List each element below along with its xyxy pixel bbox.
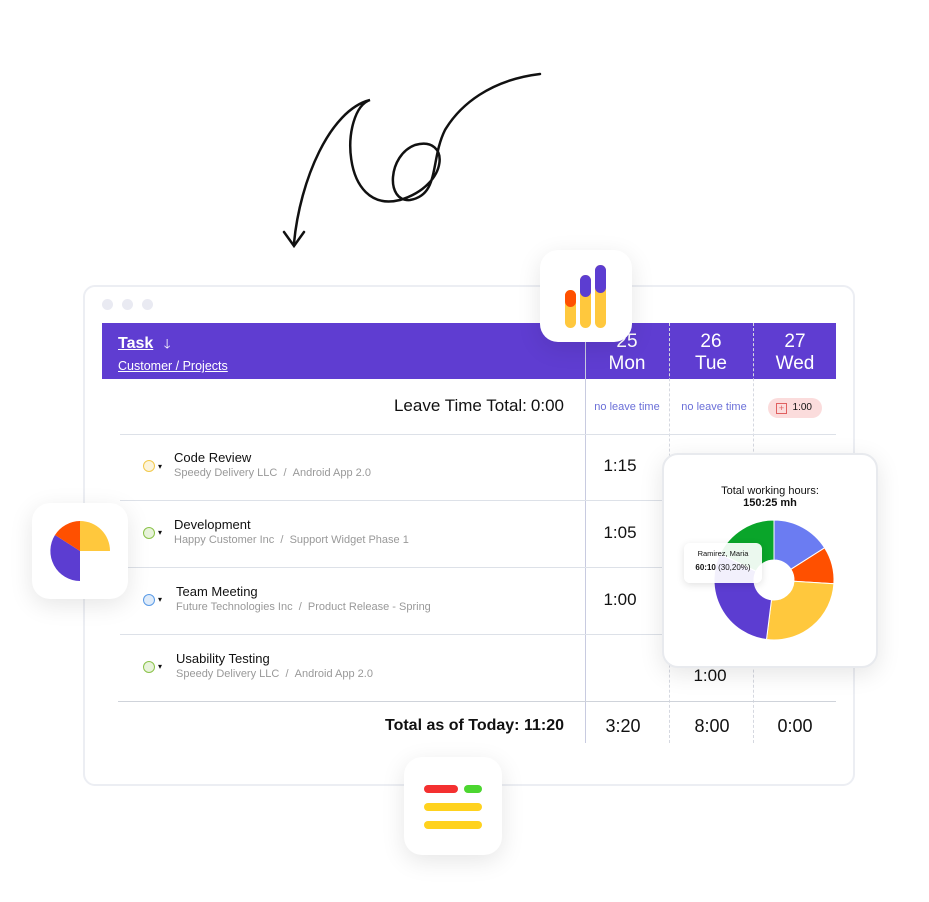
pie-chart-app-icon: [32, 503, 128, 599]
total-wed: 0:00: [777, 716, 813, 736]
caret-down-icon: ▾: [158, 528, 163, 537]
window-dot: [122, 299, 133, 310]
window-dot: [102, 299, 113, 310]
divider: [120, 434, 836, 435]
list-item[interactable]: Team Meeting Future Technologies Inc / Pr…: [176, 584, 431, 613]
time-cell-mon[interactable]: 1:05: [578, 523, 662, 543]
total-mon: 3:20: [605, 716, 641, 736]
list-app-icon: [404, 757, 502, 855]
total-tue: 8:00: [694, 716, 730, 736]
task-sort-link[interactable]: Task: [118, 335, 153, 352]
clock-icon: [143, 460, 155, 472]
arrow-down-icon: 🡓: [163, 336, 171, 351]
customer-projects-link[interactable]: Customer / Projects: [118, 359, 228, 373]
clock-icon: [143, 526, 155, 539]
day-header-tue: 26 Tue: [694, 331, 728, 374]
donut-slice[interactable]: [765, 580, 835, 641]
plus-icon: +: [776, 403, 787, 414]
time-cell-mon[interactable]: 1:15: [578, 456, 662, 476]
leave-badge[interactable]: +1:00: [768, 398, 822, 418]
clock-icon: [143, 660, 155, 673]
day-header-wed: 27 Wed: [775, 331, 815, 374]
no-leave-time-link[interactable]: no leave time: [669, 401, 759, 413]
leave-time-total: Leave Time Total: 0:00: [393, 396, 564, 415]
chart-tooltip: Ramirez, Maria 60:10 (30,20%): [684, 543, 762, 583]
no-leave-time-link[interactable]: no leave time: [585, 401, 669, 413]
task-status-dropdown[interactable]: ▾: [143, 526, 163, 539]
chart-card: Total working hours: 150:25 mh Ramirez, …: [662, 453, 878, 668]
clock-icon: [143, 593, 155, 606]
divider: [118, 701, 836, 702]
task-status-dropdown[interactable]: ▾: [143, 660, 163, 673]
total-label: Total as of Today: 11:20: [384, 717, 564, 734]
task-status-dropdown[interactable]: ▾: [143, 460, 162, 472]
list-item[interactable]: Code Review Speedy Delivery LLC / Android…: [174, 450, 371, 479]
caret-down-icon: ▾: [158, 461, 163, 471]
list-item[interactable]: Development Happy Customer Inc / Support …: [174, 517, 409, 546]
bar-chart-app-icon: [540, 250, 632, 342]
time-cell-mon[interactable]: 1:00: [578, 590, 662, 610]
caret-down-icon: ▾: [158, 662, 163, 671]
caret-down-icon: ▾: [158, 595, 163, 604]
task-status-dropdown[interactable]: ▾: [143, 593, 163, 606]
decorative-arrow-doodle: [282, 72, 542, 249]
window-dot: [142, 299, 153, 310]
list-item[interactable]: Usability Testing Speedy Delivery LLC / A…: [176, 651, 373, 680]
